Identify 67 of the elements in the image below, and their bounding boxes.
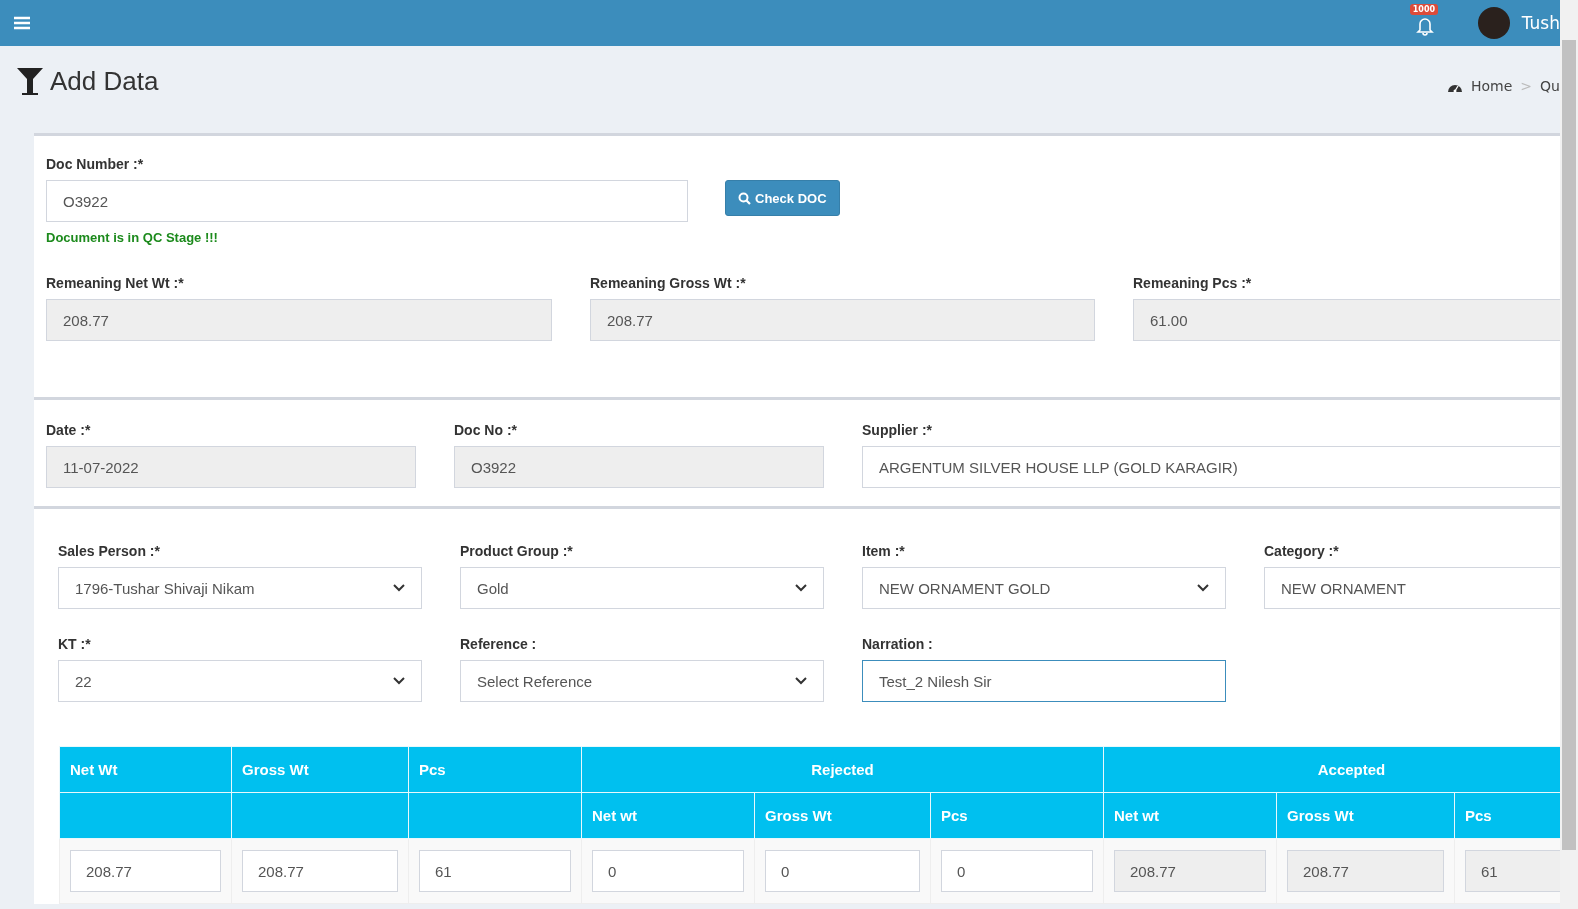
column-header: Accepted: [1103, 746, 1560, 793]
input-field: 208.77: [590, 299, 1095, 341]
filter-icon: [16, 66, 44, 96]
column-header: Net wt: [1103, 792, 1277, 839]
scrollbar[interactable]: [1560, 0, 1578, 909]
field-label: Doc No :*: [454, 422, 518, 438]
bell-icon[interactable]: [1415, 16, 1434, 36]
input-field[interactable]: NEW ORNAMENT: [1264, 567, 1560, 609]
menu-icon[interactable]: [14, 16, 30, 30]
field-label: Date :*: [46, 422, 92, 438]
field-label: Reference :: [460, 636, 538, 652]
input-field: 61: [1465, 850, 1560, 892]
field-label: Category :*: [1264, 543, 1340, 559]
page-title: Add Data: [50, 65, 159, 97]
dropdown-field[interactable]: Select Reference: [460, 660, 824, 702]
input-field[interactable]: 0: [592, 850, 744, 892]
check-doc-button[interactable]: Check DOC: [725, 180, 840, 216]
input-field: 11-07-2022: [46, 446, 416, 488]
input-field[interactable]: 0: [941, 850, 1093, 892]
chevron-down-icon: [393, 584, 405, 592]
column-header: Net wt: [581, 792, 755, 839]
chevron-down-icon: [1197, 584, 1209, 592]
field-label: Sales Person :*: [58, 543, 161, 559]
input-field: 208.77: [1114, 850, 1266, 892]
column-header: Gross Wt: [754, 792, 931, 839]
field-label: Narration :: [862, 636, 934, 652]
dropdown-field[interactable]: 22: [58, 660, 422, 702]
notification-badge: 1000: [1409, 4, 1439, 15]
field-label: Remeaning Pcs :*: [1133, 275, 1253, 291]
input-field[interactable]: 208.77: [242, 850, 398, 892]
dropdown-field[interactable]: Gold: [460, 567, 824, 609]
input-field[interactable]: 61: [419, 850, 571, 892]
column-header: Net Wt: [59, 746, 232, 793]
field-label: Remeaning Net Wt :*: [46, 275, 185, 291]
input-field: 208.77: [46, 299, 552, 341]
field-label: Item :*: [862, 543, 906, 559]
field-label: Supplier :*: [862, 422, 933, 438]
chevron-down-icon: [795, 584, 807, 592]
field-label: KT :*: [58, 636, 92, 652]
user-name[interactable]: Tush: [1521, 13, 1560, 33]
column-header: Pcs: [408, 746, 582, 793]
breadcrumb-link[interactable]: Qu: [1540, 78, 1560, 94]
input-field[interactable]: 0: [765, 850, 920, 892]
status-message: Document is in QC Stage !!!: [46, 230, 219, 245]
input-field[interactable]: O3922: [46, 180, 688, 222]
input-field: 61.00: [1133, 299, 1560, 341]
input-field: 208.77: [1287, 850, 1444, 892]
column-header: Gross Wt: [231, 746, 409, 793]
input-field[interactable]: Test_2 Nilesh Sir: [862, 660, 1226, 702]
chevron-down-icon: [795, 677, 807, 685]
column-header: Pcs: [930, 792, 1104, 839]
field-label: Doc Number :*: [46, 156, 145, 172]
dropdown-field[interactable]: NEW ORNAMENT GOLD: [862, 567, 1226, 609]
input-field: O3922: [454, 446, 824, 488]
input-field[interactable]: ARGENTUM SILVER HOUSE LLP (GOLD KARAGIR): [862, 446, 1560, 488]
field-label: Product Group :*: [460, 543, 574, 559]
field-label: Remeaning Gross Wt :*: [590, 275, 747, 291]
breadcrumb-link[interactable]: Home: [1471, 78, 1513, 94]
dropdown-field[interactable]: 1796-Tushar Shivaji Nikam: [58, 567, 422, 609]
column-header: Pcs: [1454, 792, 1560, 839]
chevron-down-icon: [393, 677, 405, 685]
column-header: Rejected: [581, 746, 1104, 793]
column-header: Gross Wt: [1276, 792, 1455, 839]
breadcrumb-separator: >: [1520, 78, 1533, 94]
search-icon: [738, 191, 751, 205]
input-field[interactable]: 208.77: [70, 850, 221, 892]
avatar[interactable]: [1477, 7, 1510, 39]
